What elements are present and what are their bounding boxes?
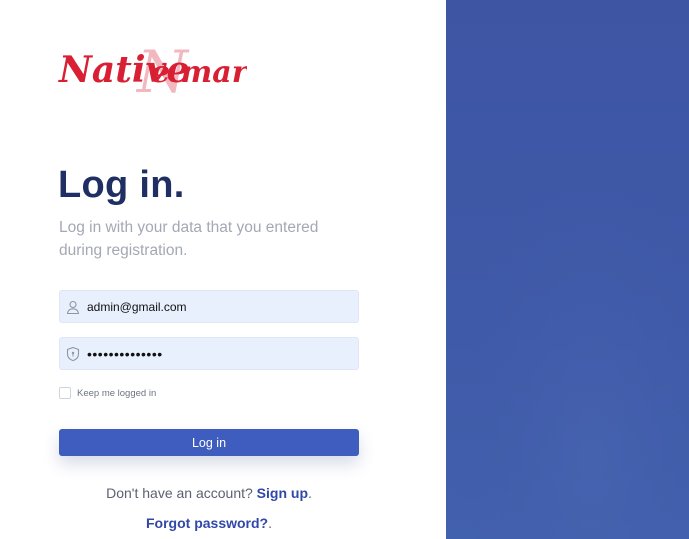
user-icon xyxy=(65,299,81,315)
page-subtitle: Log in with your data that you entered d… xyxy=(59,219,319,259)
forgot-password: Forgot password?. xyxy=(59,515,359,531)
email-input[interactable] xyxy=(87,291,352,322)
signup-suffix: . xyxy=(308,485,312,501)
forgot-suffix: . xyxy=(268,515,272,531)
brand-logo[interactable]: N Native e mart xyxy=(57,34,247,104)
remember-label: Keep me logged in xyxy=(77,387,157,399)
svg-text:e mart: e mart xyxy=(151,55,247,90)
email-field[interactable] xyxy=(59,290,359,323)
signup-prompt: Don't have an account? Sign up. xyxy=(59,485,359,501)
login-button[interactable]: Log in xyxy=(59,429,359,456)
shield-icon xyxy=(65,346,81,362)
login-page: N Native e mart Log in. Log in with your… xyxy=(0,0,689,539)
hero-panel xyxy=(446,0,689,539)
background-pattern xyxy=(446,0,689,539)
remember-me[interactable]: Keep me logged in xyxy=(59,386,156,400)
forgot-password-link[interactable]: Forgot password? xyxy=(146,515,268,531)
logo-graphic: N Native e mart xyxy=(58,38,247,104)
remember-checkbox[interactable] xyxy=(59,387,71,399)
signup-link[interactable]: Sign up xyxy=(257,485,308,501)
page-title: Log in. xyxy=(58,164,185,206)
password-field[interactable] xyxy=(59,337,359,370)
login-panel: N Native e mart Log in. Log in with your… xyxy=(0,0,446,539)
signup-prompt-text: Don't have an account? xyxy=(106,485,253,501)
password-input[interactable] xyxy=(87,338,352,369)
